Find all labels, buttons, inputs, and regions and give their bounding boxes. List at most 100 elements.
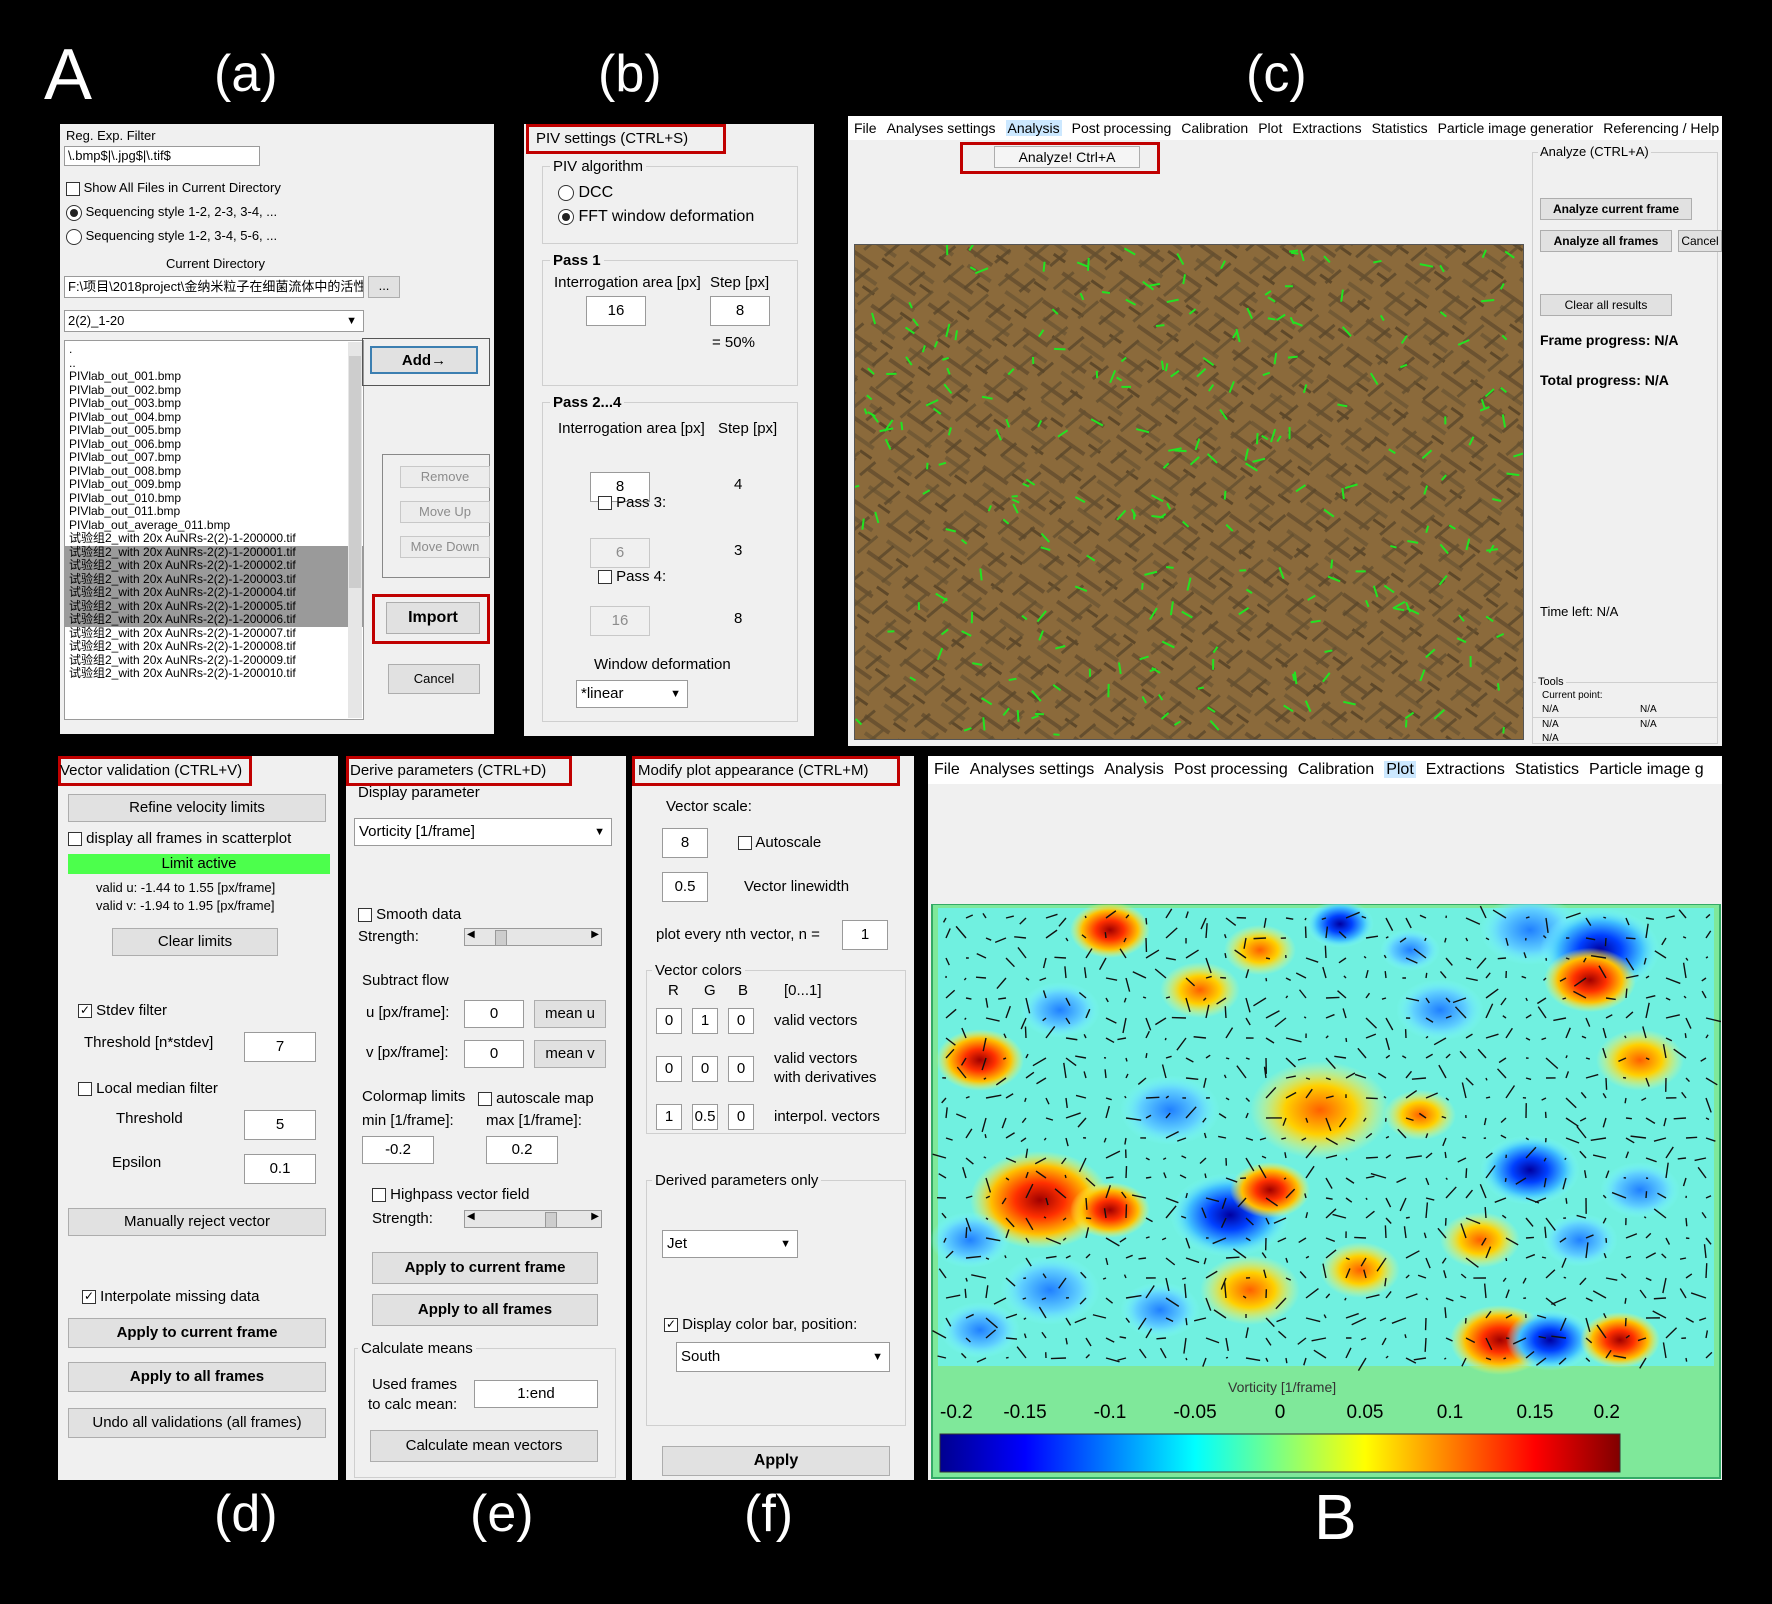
menu-item-statistics[interactable]: Statistics — [1515, 761, 1579, 778]
menu-item-analysis[interactable]: Analysis — [1104, 761, 1164, 778]
add-button[interactable]: Add→ — [370, 346, 478, 374]
file-list[interactable]: ... PIVlab_out_001.bmp PIVlab_out_002.bmp P… — [64, 340, 364, 720]
smooth-strength-slider[interactable]: ◀ ▶ — [464, 928, 602, 946]
highpass-strength-slider[interactable]: ◀ ▶ — [464, 1210, 602, 1228]
deriv-g-input[interactable]: 0 — [692, 1056, 718, 1082]
file-list-item[interactable]: 试验组2_with 20x AuNRs-2(2)-1-200001.tif — [65, 545, 363, 559]
file-list-item[interactable]: 试验组2_with 20x AuNRs-2(2)-1-200002.tif — [65, 558, 363, 573]
import-button[interactable]: Import — [386, 602, 480, 634]
file-list-item[interactable]: 试验组2_with 20x AuNRs-2(2)-1-200005.tif — [65, 599, 363, 613]
highpass-checkbox[interactable]: Highpass vector field — [372, 1186, 529, 1203]
colormap-select[interactable]: Jet ▼ — [662, 1230, 798, 1258]
deriv-b-input[interactable]: 0 — [728, 1056, 754, 1082]
nth-vector-input[interactable]: 1 — [842, 920, 888, 950]
file-list-item[interactable]: 试验组2_with 20x AuNRs-2(2)-1-200009.tif — [65, 653, 363, 668]
deriv-r-input[interactable]: 0 — [656, 1056, 682, 1082]
analyze-menu-item[interactable]: Analyze! Ctrl+A — [994, 146, 1140, 168]
pass4-checkbox[interactable]: Pass 4: — [598, 568, 666, 585]
stdev-threshold-input[interactable]: 7 — [244, 1032, 316, 1062]
used-frames-input[interactable]: 1:end — [474, 1380, 598, 1408]
undo-all-validations-button[interactable]: Undo all validations (all frames) — [68, 1408, 326, 1438]
folder-select[interactable]: 2(2)_1-20 ▼ — [64, 310, 364, 332]
move-down-button[interactable]: Move Down — [400, 536, 490, 558]
file-list-item[interactable]: 试验组2_with 20x AuNRs-2(2)-1-200006.tif — [65, 612, 363, 627]
menu-item-statistics[interactable]: Statistics — [1372, 120, 1428, 136]
menu-item-file[interactable]: File — [854, 120, 877, 136]
autoscale-map-checkbox[interactable]: autoscale map — [478, 1090, 594, 1107]
file-list-item[interactable]: PIVlab_out_005.bmp — [65, 423, 363, 438]
vector-linewidth-input[interactable]: 0.5 — [662, 872, 708, 902]
clear-limits-button[interactable]: Clear limits — [112, 928, 278, 956]
apply-all-frames-button[interactable]: Apply to all frames — [68, 1362, 326, 1392]
smooth-data-checkbox[interactable]: Smooth data — [358, 906, 461, 923]
file-list-item[interactable]: PIVlab_out_006.bmp — [65, 437, 363, 452]
menu-item-calibration[interactable]: Calibration — [1181, 120, 1248, 136]
file-list-item[interactable]: . — [65, 342, 363, 357]
menu-item-plot[interactable]: Plot — [1258, 120, 1282, 136]
valid-b-input[interactable]: 0 — [728, 1008, 754, 1034]
menu-item-post-processing[interactable]: Post processing — [1174, 761, 1288, 778]
filter-input[interactable]: \.bmp$|\.jpg$|\.tif$ — [64, 146, 260, 166]
vector-scale-input[interactable]: 8 — [662, 828, 708, 858]
pass4-ia-input[interactable]: 16 — [590, 606, 650, 636]
file-list-item[interactable]: PIVlab_out_010.bmp — [65, 491, 363, 506]
apply-all-frames-button[interactable]: Apply to all frames — [372, 1294, 598, 1326]
file-list-item[interactable]: 试验组2_with 20x AuNRs-2(2)-1-200010.tif — [65, 666, 363, 681]
u-input[interactable]: 0 — [464, 1000, 524, 1028]
file-list-item[interactable]: 试验组2_with 20x AuNRs-2(2)-1-200004.tif — [65, 585, 363, 600]
apply-current-frame-button[interactable]: Apply to current frame — [68, 1318, 326, 1348]
move-up-button[interactable]: Move Up — [400, 501, 490, 523]
file-list-scrollbar[interactable] — [348, 342, 362, 718]
display-all-frames-checkbox[interactable]: display all frames in scatterplot — [68, 830, 291, 847]
clear-all-results-button[interactable]: Clear all results — [1540, 294, 1672, 316]
display-colorbar-checkbox[interactable]: ✓ Display color bar, position: — [664, 1316, 857, 1333]
file-list-item[interactable]: PIVlab_out_001.bmp — [65, 369, 363, 384]
valid-g-input[interactable]: 1 — [692, 1008, 718, 1034]
file-list-item[interactable]: .. — [65, 356, 363, 371]
dcc-radio[interactable]: DCC — [558, 184, 613, 202]
browse-button[interactable]: ... — [368, 276, 400, 298]
window-deformation-select[interactable]: *linear ▼ — [576, 680, 688, 708]
menu-item-plot[interactable]: Plot — [1384, 761, 1416, 778]
menu-item-post-processing[interactable]: Post processing — [1072, 120, 1172, 136]
menu-item-analyses-settings[interactable]: Analyses settings — [970, 761, 1095, 778]
refine-velocity-limits-button[interactable]: Refine velocity limits — [68, 794, 326, 822]
mean-u-button[interactable]: mean u — [534, 1000, 606, 1028]
epsilon-input[interactable]: 0.1 — [244, 1154, 316, 1184]
local-median-checkbox[interactable]: Local median filter — [78, 1080, 218, 1097]
analyze-current-frame-button[interactable]: Analyze current frame — [1540, 198, 1692, 220]
show-all-checkbox[interactable]: Show All Files in Current Directory — [66, 180, 281, 196]
file-list-item[interactable]: PIVlab_out_011.bmp — [65, 504, 363, 519]
pass3-ia-input[interactable]: 6 — [590, 538, 650, 568]
menu-item-referencing-help[interactable]: Referencing / Help — [1603, 120, 1719, 136]
valid-r-input[interactable]: 0 — [656, 1008, 682, 1034]
menu-item-analyses-settings[interactable]: Analyses settings — [887, 120, 996, 136]
file-list-item[interactable]: PIVlab_out_004.bmp — [65, 410, 363, 425]
menu-item-extractions[interactable]: Extractions — [1426, 761, 1505, 778]
seq-style-1-radio[interactable]: Sequencing style 1-2, 2-3, 3-4, ... — [66, 204, 277, 221]
pass1-step-input[interactable]: 8 — [710, 296, 770, 326]
file-list-item[interactable]: 试验组2_with 20x AuNRs-2(2)-1-200007.tif — [65, 626, 363, 641]
menu-item-file[interactable]: File — [934, 761, 960, 778]
display-parameter-select[interactable]: Vorticity [1/frame] ▼ — [354, 818, 612, 846]
menu-item-analysis[interactable]: Analysis — [1005, 120, 1062, 136]
menu-item-extractions[interactable]: Extractions — [1292, 120, 1361, 136]
remove-button[interactable]: Remove — [400, 466, 490, 488]
file-list-item[interactable]: PIVlab_out_003.bmp — [65, 396, 363, 411]
seq-style-2-radio[interactable]: Sequencing style 1-2, 3-4, 5-6, ... — [66, 228, 277, 245]
autoscale-checkbox[interactable]: Autoscale — [738, 834, 821, 851]
interp-r-input[interactable]: 1 — [656, 1104, 682, 1130]
apply-button[interactable]: Apply — [662, 1446, 890, 1476]
cancel-button[interactable]: Cancel — [388, 664, 480, 694]
current-directory-input[interactable]: F:\项目\2018project\金纳米粒子在细菌流体中的活性运 — [64, 276, 364, 298]
file-list-item[interactable]: PIVlab_out_002.bmp — [65, 383, 363, 398]
file-list-item[interactable]: PIVlab_out_007.bmp — [65, 450, 363, 465]
pass1-ia-input[interactable]: 16 — [586, 296, 646, 326]
file-list-item[interactable]: 试验组2_with 20x AuNRs-2(2)-1-200003.tif — [65, 572, 363, 586]
file-list-item[interactable]: PIVlab_out_009.bmp — [65, 477, 363, 492]
pass3-checkbox[interactable]: Pass 3: — [598, 494, 666, 511]
interp-g-input[interactable]: 0.5 — [692, 1104, 718, 1130]
apply-current-frame-button[interactable]: Apply to current frame — [372, 1252, 598, 1284]
colorbar-position-select[interactable]: South ▼ — [676, 1342, 890, 1372]
menu-item-particle-image-generatior[interactable]: Particle image generatior — [1438, 120, 1594, 136]
